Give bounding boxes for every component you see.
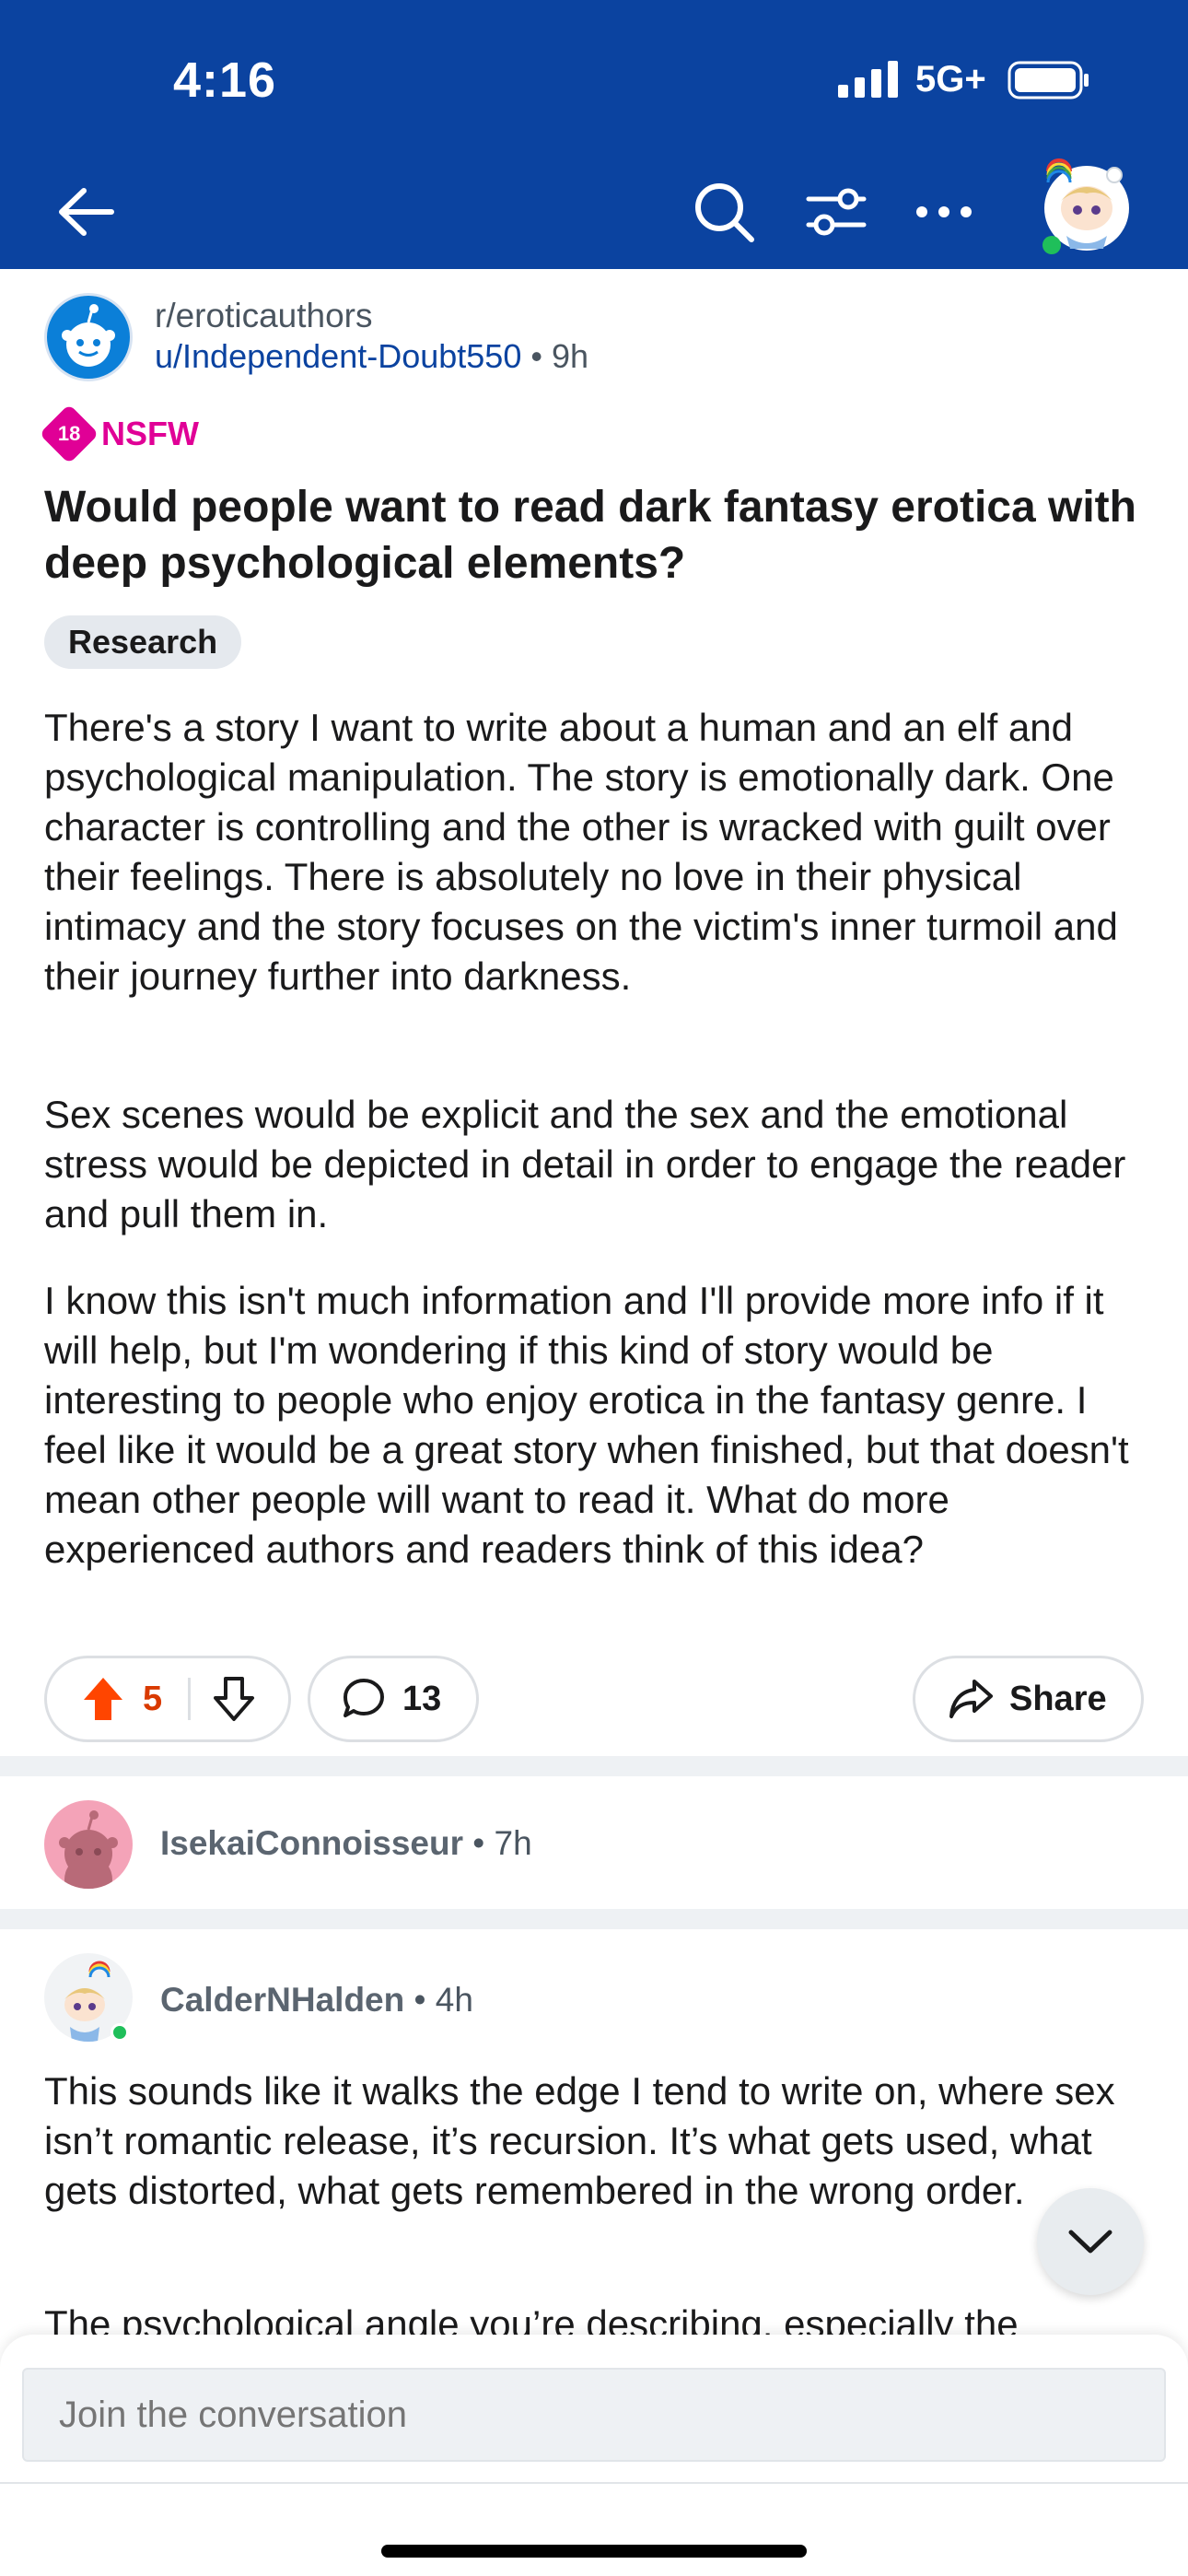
battery-icon xyxy=(1007,61,1089,100)
post-author[interactable]: u/Independent-Doubt550 xyxy=(155,337,521,375)
search-icon xyxy=(695,183,754,242)
vote-divider xyxy=(188,1678,192,1720)
chevron-down-icon xyxy=(1068,2230,1112,2254)
comment-body: This sounds like it walks the edge I ten… xyxy=(44,2069,1115,2212)
snoo-icon xyxy=(62,304,115,367)
vote-control: 5 xyxy=(44,1656,291,1742)
user-avatar-icon xyxy=(1042,158,1129,254)
user-avatar-button[interactable] xyxy=(1039,147,1131,258)
comment-bubble-icon xyxy=(344,1679,384,1717)
section-divider xyxy=(0,1909,1188,1929)
subreddit-name[interactable]: r/eroticauthors xyxy=(155,297,373,335)
post-body-paragraph: There's a story I want to write about a … xyxy=(44,706,1118,998)
network-type: 5G+ xyxy=(915,59,986,100)
post-body-paragraph: Sex scenes would be explicit and the sex… xyxy=(44,1093,1126,1235)
upvote-arrow-icon[interactable] xyxy=(82,1676,124,1722)
filter-button[interactable] xyxy=(799,175,873,249)
share-label: Share xyxy=(1009,1679,1107,1718)
comment-meta: IsekaiConnoisseur • 7h xyxy=(160,1824,532,1863)
vote-count: 5 xyxy=(143,1679,163,1718)
status-time: 4:16 xyxy=(173,53,277,108)
post-flair[interactable]: Research xyxy=(44,615,242,669)
share-arrow-icon xyxy=(949,1680,993,1718)
comment-username[interactable]: CalderNHalden xyxy=(160,1981,404,2019)
share-button[interactable]: Share xyxy=(913,1656,1144,1742)
search-button[interactable] xyxy=(687,175,761,249)
comment-body-continued: The psychological angle you’re describin… xyxy=(44,2302,1019,2335)
home-indicator[interactable] xyxy=(381,2545,807,2558)
meta-separator: • xyxy=(413,1981,426,2019)
nsfw-18-icon: 18 xyxy=(39,404,99,464)
subreddit-avatar[interactable] xyxy=(44,293,133,381)
comment-count: 13 xyxy=(402,1679,442,1718)
more-horizontal-icon xyxy=(916,206,972,217)
join-conversation-input[interactable] xyxy=(22,2368,1166,2462)
compose-bar xyxy=(0,2335,1188,2576)
comment-age: 7h xyxy=(494,1824,532,1862)
scroll-down-button[interactable] xyxy=(1037,2188,1144,2295)
snoo-avatar-icon xyxy=(59,1810,118,1889)
more-button[interactable] xyxy=(907,175,981,249)
online-status-dot xyxy=(111,2023,129,2042)
section-divider xyxy=(0,1756,1188,1776)
post-meta: u/Independent-Doubt550 • 9h xyxy=(155,337,588,376)
arrow-left-icon xyxy=(59,188,114,236)
commenter-avatar[interactable] xyxy=(44,1800,133,1889)
top-app-bar: 4:16 5G+ xyxy=(0,0,1188,269)
sliders-icon xyxy=(806,188,867,236)
post-body-paragraph: I know this isn't much information and I… xyxy=(44,1279,1129,1571)
post-age: 9h xyxy=(551,337,589,375)
meta-separator: • xyxy=(472,1824,485,1862)
signal-icon xyxy=(838,61,898,98)
downvote-arrow-icon[interactable] xyxy=(213,1676,255,1722)
comment-age: 4h xyxy=(435,1981,473,2019)
nsfw-tag: 18 NSFW xyxy=(39,404,199,464)
comments-button[interactable]: 13 xyxy=(308,1656,479,1742)
back-button[interactable] xyxy=(50,175,123,249)
meta-separator: • xyxy=(530,337,542,375)
post-title: Would people want to read dark fantasy e… xyxy=(44,483,1136,588)
comment-meta: CalderNHalden • 4h xyxy=(160,1981,473,2020)
nsfw-label: NSFW xyxy=(101,415,199,452)
comment-username[interactable]: IsekaiConnoisseur xyxy=(160,1824,463,1862)
compose-divider xyxy=(0,2482,1188,2484)
